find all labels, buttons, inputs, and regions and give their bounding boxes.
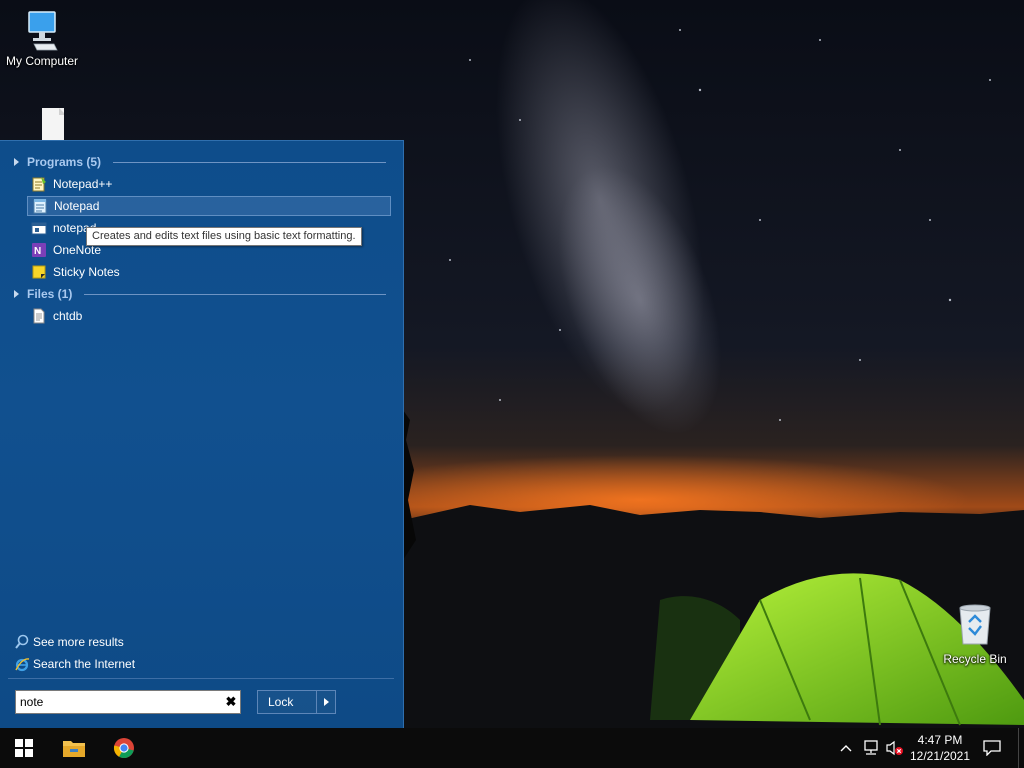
folder-icon xyxy=(63,741,85,757)
section-divider xyxy=(84,293,386,295)
chrome-button[interactable] xyxy=(100,728,148,768)
windows-logo-icon xyxy=(15,739,33,757)
desktop-icon-label: My Computer xyxy=(5,54,79,68)
search-box[interactable]: ✖ xyxy=(15,690,241,714)
clock-time: 4:47 PM xyxy=(917,733,963,747)
clock-date: 12/21/2021 xyxy=(909,749,971,763)
result-item-notepad[interactable]: Notepad xyxy=(27,196,391,216)
svg-text:N: N xyxy=(34,246,41,257)
expand-arrow-icon xyxy=(14,158,19,166)
chrome-icon xyxy=(113,738,134,759)
notepad-app-icon xyxy=(31,222,47,235)
search-internet-link[interactable]: Search the Internet xyxy=(14,655,135,673)
desktop-icon-recycle-bin[interactable]: Recycle Bin xyxy=(933,602,1017,666)
section-divider xyxy=(113,161,386,163)
lock-button-group: Lock xyxy=(257,690,336,714)
lock-button[interactable]: Lock xyxy=(258,691,316,713)
notepadplusplus-icon xyxy=(32,177,46,192)
network-tray-button[interactable] xyxy=(860,728,882,768)
volume-muted-icon xyxy=(886,740,903,756)
show-hidden-icons-button[interactable] xyxy=(838,728,854,768)
see-more-results-link[interactable]: See more results xyxy=(14,633,124,651)
result-item-notepadplusplus[interactable]: Notepad++ xyxy=(27,174,391,194)
search-input[interactable] xyxy=(16,692,222,712)
computer-icon xyxy=(28,11,58,51)
show-desktop-button[interactable] xyxy=(1018,728,1019,768)
network-icon xyxy=(864,740,878,755)
menu-divider xyxy=(8,678,394,679)
file-explorer-button[interactable] xyxy=(50,728,98,768)
notepad-icon xyxy=(33,199,47,214)
power-options-arrow-button[interactable] xyxy=(317,691,335,713)
taskbar: 4:47 PM 12/21/2021 xyxy=(0,728,1024,768)
section-header-files[interactable]: Files (1) xyxy=(14,285,386,303)
clear-search-icon[interactable]: ✖ xyxy=(222,694,240,710)
desktop-icon-label: Recycle Bin xyxy=(943,652,1007,666)
text-file-icon xyxy=(33,308,45,324)
search-icon xyxy=(15,634,29,649)
result-item-sticky-notes[interactable]: Sticky Notes xyxy=(27,262,391,282)
chevron-up-icon xyxy=(840,745,852,752)
recycle-bin-icon xyxy=(959,604,991,645)
blank-file-icon xyxy=(42,108,64,140)
tooltip: Creates and edits text files using basic… xyxy=(86,227,362,246)
section-header-programs[interactable]: Programs (5) xyxy=(14,153,386,171)
internet-explorer-icon xyxy=(15,658,30,672)
result-item-chtdb[interactable]: chtdb xyxy=(27,306,391,326)
volume-tray-button[interactable] xyxy=(884,728,906,768)
notification-icon xyxy=(983,740,1001,756)
desktop-icon-file[interactable] xyxy=(0,104,84,140)
start-button[interactable] xyxy=(0,728,48,768)
expand-arrow-icon xyxy=(14,290,19,298)
sticky-notes-icon xyxy=(32,265,46,279)
desktop-icon-my-computer[interactable]: My Computer xyxy=(0,8,84,68)
clock[interactable]: 4:47 PM 12/21/2021 xyxy=(906,728,974,768)
chevron-right-icon xyxy=(323,698,329,706)
action-center-button[interactable] xyxy=(978,728,1006,768)
onenote-icon: N xyxy=(32,243,46,257)
